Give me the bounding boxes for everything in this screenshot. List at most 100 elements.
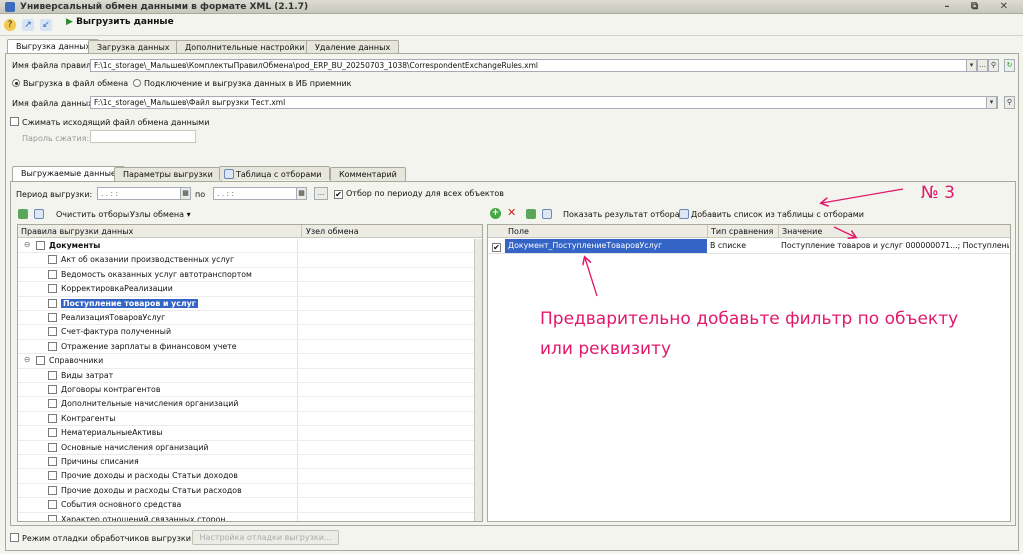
tree-group-row[interactable]: ⊖ Справочники — [18, 354, 474, 369]
tree-row-label[interactable]: Основные начисления организаций — [61, 443, 209, 452]
tree-row[interactable]: Договоры контрагентов — [18, 383, 474, 398]
tree-row-node-cell[interactable] — [297, 368, 298, 382]
tree-row-label[interactable]: НематериальныеАктивы — [61, 428, 163, 437]
tab-exported-data[interactable]: Выгружаемые данные — [12, 166, 125, 181]
collapse-icon[interactable]: ⊖ — [24, 355, 31, 364]
tree-row[interactable]: РеализацияТоваровУслуг — [18, 311, 474, 326]
data-file-dropdown-icon[interactable]: ▾ — [986, 96, 997, 109]
export-rules-grid[interactable]: Правила выгрузки данных Узел обмена ⊖ Док… — [17, 224, 483, 522]
window-controls[interactable]: – ⧉ ✕ — [945, 1, 1017, 12]
tree-row[interactable]: Причины списания — [18, 455, 474, 470]
period-to-input[interactable]: . . : : — [213, 187, 297, 200]
tree-row-node-cell[interactable] — [297, 426, 298, 440]
ellipsis-icon[interactable]: … — [977, 59, 988, 72]
tree-row-label[interactable]: Характер отношений связанных сторон — [61, 515, 226, 521]
tree-row-node-cell[interactable] — [297, 455, 298, 469]
tree-row-node-cell[interactable] — [297, 483, 298, 498]
row-checkbox-icon[interactable] — [36, 356, 45, 366]
tree-row-label[interactable]: Ведомость оказанных услуг автотранспорто… — [61, 270, 252, 279]
tree-row-node-cell[interactable] — [297, 397, 298, 411]
tree-row-label[interactable]: Акт об оказании производственных услуг — [61, 255, 234, 264]
row-checkbox-icon[interactable] — [48, 370, 57, 380]
period-select-button[interactable]: ... — [314, 187, 328, 200]
data-file-search-icon[interactable]: ⚲ — [1004, 96, 1015, 109]
tab-delete-data[interactable]: Удаление данных — [306, 40, 400, 54]
compress-checkbox[interactable]: Сжимать исходящий файл обмена данными — [10, 117, 209, 127]
tree-row-label[interactable]: Прочие доходы и расходы Статьи доходов — [61, 471, 238, 480]
save-settings-icon[interactable]: ↙ — [40, 19, 52, 31]
row-checkbox-icon[interactable] — [48, 298, 57, 308]
data-file-input[interactable]: F:\1c_storage\_Мальшев\Файл выгрузки Тес… — [90, 96, 998, 109]
open-settings-icon[interactable]: ↗ — [22, 19, 34, 31]
add-icon[interactable]: + — [490, 208, 501, 219]
collapse-icon[interactable]: ⊖ — [24, 240, 31, 249]
row-checkbox-icon[interactable] — [48, 413, 57, 423]
tree-row-label[interactable]: Договоры контрагентов — [61, 385, 160, 394]
tree-row-label[interactable]: Контрагенты — [61, 414, 115, 423]
tree-row-label[interactable]: Счет-фактура полученный — [61, 327, 171, 336]
tree-row[interactable]: Характер отношений связанных сторон — [18, 512, 474, 521]
uncheck-filters-icon[interactable] — [542, 209, 552, 219]
compress-password-input[interactable] — [90, 130, 196, 143]
show-filter-result-button[interactable]: Показать результат отбора — [563, 210, 680, 219]
filter-row[interactable]: ✔ Документ_ПоступлениеТоваровУслуг В спи… — [488, 239, 1010, 254]
export-data-button[interactable]: ▶ Выгрузить данные — [66, 17, 174, 27]
tree-row-node-cell[interactable] — [297, 267, 298, 282]
tab-comment[interactable]: Комментарий — [330, 167, 406, 181]
delete-icon[interactable]: ✕ — [507, 206, 516, 219]
calendar-to-icon[interactable]: ▦ — [296, 187, 307, 200]
tree-row[interactable]: Прочие доходы и расходы Статьи доходов — [18, 469, 474, 484]
tree-row-label[interactable]: РеализацияТоваровУслуг — [61, 313, 165, 322]
row-checkbox-icon[interactable] — [48, 471, 57, 481]
row-checkbox-icon[interactable] — [48, 269, 57, 279]
clear-filters-button[interactable]: Очистить отборы — [56, 210, 129, 219]
tree-row-node-cell[interactable] — [297, 339, 298, 354]
exchange-nodes-menu[interactable]: Узлы обмена ▾ — [130, 210, 191, 219]
tree-row[interactable]: События основного средства — [18, 498, 474, 513]
tree-row-label[interactable]: КорректировкаРеализации — [61, 284, 173, 293]
tree-row-node-cell[interactable] — [297, 296, 298, 310]
tree-row-label[interactable]: События основного средства — [61, 500, 181, 509]
tree-row-node-cell[interactable] — [297, 354, 298, 368]
row-checkbox-icon[interactable] — [48, 457, 57, 466]
tree-row-label[interactable]: Виды затрат — [61, 371, 113, 380]
tree-row[interactable]: НематериальныеАктивы — [18, 426, 474, 441]
tree-row[interactable]: Виды затрат — [18, 368, 474, 383]
tree-row-node-cell[interactable] — [297, 469, 298, 483]
uncheck-all-icon[interactable] — [34, 209, 44, 219]
tree-row-label[interactable]: Отражение зарплаты в финансовом учете — [61, 342, 237, 351]
tree-row[interactable]: Поступление товаров и услуг — [18, 296, 474, 311]
tree-row[interactable]: Акт об оказании производственных услуг — [18, 253, 474, 268]
tree-row-label[interactable]: Справочники — [49, 356, 103, 365]
filter-row-field[interactable]: Документ_ПоступлениеТоваровУслуг — [505, 239, 707, 253]
check-filters-icon[interactable] — [526, 209, 536, 219]
row-checkbox-icon[interactable] — [36, 241, 45, 250]
tree-row-node-cell[interactable] — [297, 512, 298, 521]
row-checkbox-icon[interactable] — [48, 428, 57, 438]
tab-additional-settings[interactable]: Дополнительные настройки — [176, 40, 314, 54]
tree-row[interactable]: Отражение зарплаты в финансовом учете — [18, 339, 474, 355]
period-filter-checkbox[interactable]: ✔ Отбор по периоду для всех объектов — [334, 189, 504, 199]
filter-row-checkbox-icon[interactable]: ✔ — [492, 243, 501, 252]
tree-row-node-cell[interactable] — [297, 498, 298, 512]
tree-row[interactable]: Дополнительные начисления организаций — [18, 397, 474, 412]
add-list-from-filter-table-button[interactable]: Добавить список из таблицы с отборами — [679, 209, 864, 219]
tree-group-row[interactable]: ⊖ Документы — [18, 239, 474, 254]
tree-row-label[interactable]: Причины списания — [61, 457, 139, 466]
row-checkbox-icon[interactable] — [48, 327, 57, 337]
tab-export[interactable]: Выгрузка данных — [7, 39, 100, 54]
row-checkbox-icon[interactable] — [48, 284, 57, 294]
tree-row-node-cell[interactable] — [297, 239, 298, 253]
tree-row-node-cell[interactable] — [297, 440, 298, 454]
debug-settings-button[interactable]: Настройка отладки выгрузки... — [192, 530, 339, 545]
row-checkbox-icon[interactable] — [48, 399, 57, 409]
rules-file-input[interactable]: F:\1c_storage\_Мальшев\КомплектыПравилОб… — [90, 59, 976, 72]
tree-row-node-cell[interactable] — [297, 411, 298, 426]
tree-row-label[interactable]: Дополнительные начисления организаций — [61, 399, 238, 408]
debug-mode-checkbox[interactable]: Режим отладки обработчиков выгрузки — [10, 533, 191, 543]
check-all-icon[interactable] — [18, 209, 28, 219]
tree-row[interactable]: КорректировкаРеализации — [18, 282, 474, 297]
tree-row[interactable]: Прочие доходы и расходы Статьи расходов — [18, 483, 474, 499]
tree-row[interactable]: Основные начисления организаций — [18, 440, 474, 455]
tab-filter-table[interactable]: Таблица с отборами — [219, 166, 331, 180]
